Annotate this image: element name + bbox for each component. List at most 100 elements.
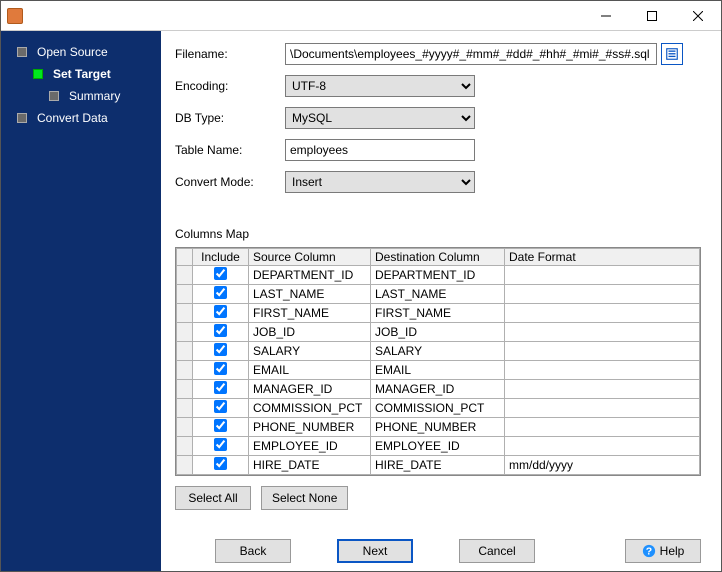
include-checkbox[interactable]	[214, 305, 227, 318]
rowheader[interactable]	[177, 418, 193, 437]
table-row[interactable]: EMPLOYEE_IDEMPLOYEE_ID	[177, 437, 700, 456]
sidebar-item-summary[interactable]: Summary	[1, 85, 161, 107]
table-row[interactable]: DEPARTMENT_IDDEPARTMENT_ID	[177, 266, 700, 285]
cell-source[interactable]: DEPARTMENT_ID	[249, 266, 371, 285]
cell-source[interactable]: JOB_ID	[249, 323, 371, 342]
maximize-button[interactable]	[629, 1, 675, 31]
columns-map-title: Columns Map	[175, 227, 701, 241]
cell-date-format[interactable]	[505, 304, 700, 323]
sidebar-item-set-target[interactable]: Set Target	[1, 63, 161, 85]
table-row[interactable]: SALARYSALARY	[177, 342, 700, 361]
cell-destination[interactable]: MANAGER_ID	[371, 380, 505, 399]
col-include[interactable]: Include	[193, 249, 249, 266]
rowheader[interactable]	[177, 456, 193, 475]
rowheader-corner	[177, 249, 193, 266]
minimize-button[interactable]	[583, 1, 629, 31]
cell-destination[interactable]: LAST_NAME	[371, 285, 505, 304]
cell-destination[interactable]: DEPARTMENT_ID	[371, 266, 505, 285]
include-checkbox[interactable]	[214, 324, 227, 337]
cell-source[interactable]: FIRST_NAME	[249, 304, 371, 323]
encoding-label: Encoding:	[175, 79, 285, 93]
rowheader[interactable]	[177, 437, 193, 456]
cell-destination[interactable]: COMMISSION_PCT	[371, 399, 505, 418]
cell-date-format[interactable]	[505, 380, 700, 399]
convertmode-select[interactable]: Insert	[285, 171, 475, 193]
cell-destination[interactable]: EMAIL	[371, 361, 505, 380]
table-row[interactable]: JOB_IDJOB_ID	[177, 323, 700, 342]
rowheader[interactable]	[177, 266, 193, 285]
sidebar-item-label: Set Target	[53, 67, 111, 81]
cell-source[interactable]: MANAGER_ID	[249, 380, 371, 399]
cancel-button[interactable]: Cancel	[459, 539, 535, 563]
rowheader[interactable]	[177, 285, 193, 304]
table-row[interactable]: FIRST_NAMEFIRST_NAME	[177, 304, 700, 323]
tablename-field[interactable]	[285, 139, 475, 161]
include-checkbox[interactable]	[214, 381, 227, 394]
back-button[interactable]: Back	[215, 539, 291, 563]
dbtype-select[interactable]: MySQL	[285, 107, 475, 129]
cell-destination[interactable]: JOB_ID	[371, 323, 505, 342]
browse-file-button[interactable]	[661, 43, 683, 65]
cell-source[interactable]: PHONE_NUMBER	[249, 418, 371, 437]
cell-source[interactable]: EMAIL	[249, 361, 371, 380]
include-checkbox[interactable]	[214, 362, 227, 375]
cell-destination[interactable]: SALARY	[371, 342, 505, 361]
table-row[interactable]: HIRE_DATEHIRE_DATEmm/dd/yyyy	[177, 456, 700, 475]
include-checkbox[interactable]	[214, 419, 227, 432]
table-row[interactable]: PHONE_NUMBERPHONE_NUMBER	[177, 418, 700, 437]
filename-field[interactable]	[285, 43, 657, 65]
cell-destination[interactable]: FIRST_NAME	[371, 304, 505, 323]
include-checkbox[interactable]	[214, 267, 227, 280]
step-icon	[17, 113, 27, 123]
cell-source[interactable]: LAST_NAME	[249, 285, 371, 304]
rowheader[interactable]	[177, 380, 193, 399]
cell-date-format[interactable]	[505, 323, 700, 342]
rowheader[interactable]	[177, 304, 193, 323]
cell-source[interactable]: HIRE_DATE	[249, 456, 371, 475]
cell-destination[interactable]: HIRE_DATE	[371, 456, 505, 475]
cell-destination[interactable]: PHONE_NUMBER	[371, 418, 505, 437]
include-checkbox[interactable]	[214, 286, 227, 299]
cell-date-format[interactable]	[505, 266, 700, 285]
sidebar-item-open-source[interactable]: Open Source	[1, 41, 161, 63]
titlebar	[1, 1, 721, 31]
cell-source[interactable]: EMPLOYEE_ID	[249, 437, 371, 456]
cell-date-format[interactable]	[505, 361, 700, 380]
table-row[interactable]: EMAILEMAIL	[177, 361, 700, 380]
cell-source[interactable]: SALARY	[249, 342, 371, 361]
columns-map-grid[interactable]: Include Source Column Destination Column…	[175, 247, 701, 476]
include-checkbox[interactable]	[214, 343, 227, 356]
sidebar-item-label: Summary	[69, 89, 120, 103]
sidebar-item-convert-data[interactable]: Convert Data	[1, 107, 161, 129]
col-destination[interactable]: Destination Column	[371, 249, 505, 266]
cell-source[interactable]: COMMISSION_PCT	[249, 399, 371, 418]
close-button[interactable]	[675, 1, 721, 31]
select-all-button[interactable]: Select All	[175, 486, 251, 510]
include-checkbox[interactable]	[214, 438, 227, 451]
step-icon	[33, 69, 43, 79]
tablename-label: Table Name:	[175, 143, 285, 157]
include-checkbox[interactable]	[214, 457, 227, 470]
rowheader[interactable]	[177, 399, 193, 418]
rowheader[interactable]	[177, 323, 193, 342]
encoding-select[interactable]: UTF-8	[285, 75, 475, 97]
rowheader[interactable]	[177, 342, 193, 361]
cell-date-format[interactable]	[505, 437, 700, 456]
include-checkbox[interactable]	[214, 400, 227, 413]
rowheader[interactable]	[177, 361, 193, 380]
cell-destination[interactable]: EMPLOYEE_ID	[371, 437, 505, 456]
col-source[interactable]: Source Column	[249, 249, 371, 266]
cell-date-format[interactable]: mm/dd/yyyy	[505, 456, 700, 475]
next-button[interactable]: Next	[337, 539, 413, 563]
cell-date-format[interactable]	[505, 399, 700, 418]
cell-date-format[interactable]	[505, 285, 700, 304]
table-row[interactable]: COMMISSION_PCTCOMMISSION_PCT	[177, 399, 700, 418]
table-row[interactable]: MANAGER_IDMANAGER_ID	[177, 380, 700, 399]
col-date-format[interactable]: Date Format	[505, 249, 700, 266]
step-icon	[49, 91, 59, 101]
table-row[interactable]: LAST_NAMELAST_NAME	[177, 285, 700, 304]
cell-date-format[interactable]	[505, 418, 700, 437]
cell-date-format[interactable]	[505, 342, 700, 361]
select-none-button[interactable]: Select None	[261, 486, 348, 510]
help-button[interactable]: ? Help	[625, 539, 701, 563]
